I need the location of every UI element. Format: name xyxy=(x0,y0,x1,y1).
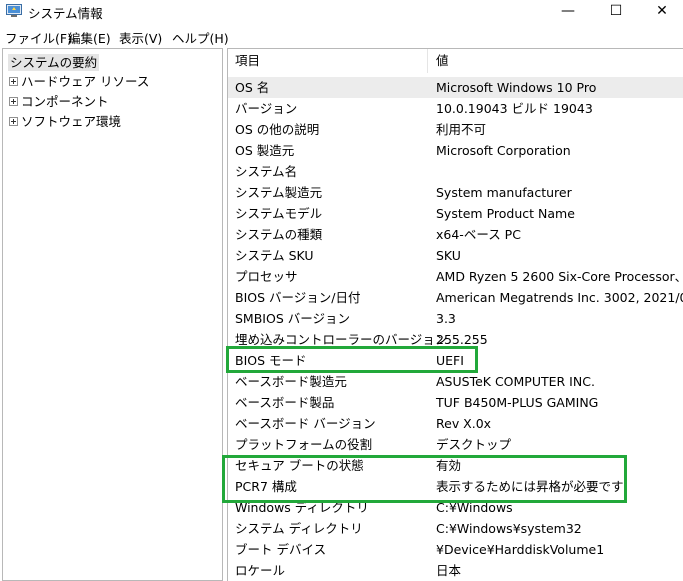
row-item-label: ブート デバイス xyxy=(235,542,327,557)
table-row[interactable]: システム SKU SKU xyxy=(228,245,683,266)
table-row[interactable]: システム名 xyxy=(228,161,683,182)
table-row[interactable]: Windows ディレクトリ C:¥Windows xyxy=(228,497,683,518)
tree-item-software-environment[interactable]: ソフトウェア環境 xyxy=(9,113,121,131)
row-value: 表示するためには昇格が必要です xyxy=(436,479,624,494)
row-value: SKU xyxy=(436,248,461,263)
table-row[interactable]: プロセッサ AMD Ryzen 5 2600 Six-Core Processor… xyxy=(228,266,683,287)
row-item-label: ベースボード製品 xyxy=(235,395,335,410)
row-value: デスクトップ xyxy=(436,437,512,452)
table-row[interactable]: ベースボード バージョン Rev X.0x xyxy=(228,413,683,434)
row-item-label: ベースボード バージョン xyxy=(235,416,376,431)
tree-item-system-summary[interactable]: システムの要約 xyxy=(8,54,100,71)
row-item-label: システム SKU xyxy=(235,248,314,263)
expand-icon[interactable] xyxy=(9,117,18,126)
expand-icon[interactable] xyxy=(9,77,18,86)
row-item-label: システム製造元 xyxy=(235,185,323,200)
row-item-label: 埋め込みコントローラーのバージョン xyxy=(235,332,448,347)
table-row[interactable]: システム製造元 System manufacturer xyxy=(228,182,683,203)
row-item-label: BIOS モード xyxy=(235,353,307,368)
row-value: C:¥Windows xyxy=(436,500,513,515)
row-value: 利用不可 xyxy=(436,122,487,137)
row-value: TUF B450M-PLUS GAMING xyxy=(436,395,599,410)
system-info-icon xyxy=(6,4,22,17)
row-value: American Megatrends Inc. 3002, 2021/03/ xyxy=(436,290,683,305)
row-item-label: Windows ディレクトリ xyxy=(235,500,369,515)
row-value: Microsoft Windows 10 Pro xyxy=(436,80,597,95)
row-value: System manufacturer xyxy=(436,185,572,200)
menu-bar: ファイル(F) 編集(E) 表示(V) ヘルプ(H) xyxy=(0,24,683,46)
row-item-label: BIOS バージョン/日付 xyxy=(235,290,361,305)
row-value: Microsoft Corporation xyxy=(436,143,571,158)
expand-icon[interactable] xyxy=(9,97,18,106)
row-value: 255.255 xyxy=(436,332,488,347)
table-row[interactable]: ブート デバイス ¥Device¥HarddiskVolume1 xyxy=(228,539,683,560)
details-list: 項目 値 OS 名 Microsoft Windows 10 Pro バージョン 10… xyxy=(227,48,683,581)
table-row[interactable]: セキュア ブートの状態 有効 xyxy=(228,455,683,476)
table-row[interactable]: 埋め込みコントローラーのバージョン 255.255 xyxy=(228,329,683,350)
menu-edit[interactable]: 編集(E) xyxy=(68,28,111,47)
window-title: システム情報 xyxy=(28,6,103,21)
table-row[interactable]: システムモデル System Product Name xyxy=(228,203,683,224)
tree-item-label: ハードウェア リソース xyxy=(21,74,150,89)
row-value: System Product Name xyxy=(436,206,575,221)
menu-file[interactable]: ファイル(F) xyxy=(5,28,72,47)
row-item-label: プロセッサ xyxy=(235,269,298,284)
row-item-label: システムモデル xyxy=(235,206,323,221)
minimize-button[interactable]: — xyxy=(545,0,591,24)
row-item-label: バージョン xyxy=(235,101,298,116)
maximize-button[interactable]: ☐ xyxy=(593,0,639,24)
row-item-label: プラットフォームの役割 xyxy=(235,437,373,452)
table-row[interactable]: BIOS バージョン/日付 American Megatrends Inc. 30… xyxy=(228,287,683,308)
table-row[interactable]: バージョン 10.0.19043 ビルド 19043 xyxy=(228,98,683,119)
row-item-label: システム名 xyxy=(235,164,298,179)
column-header-value[interactable]: 値 xyxy=(429,49,683,73)
row-item-label: セキュア ブートの状態 xyxy=(235,458,364,473)
row-value: C:¥Windows¥system32 xyxy=(436,521,582,536)
row-value: Rev X.0x xyxy=(436,416,492,431)
table-row[interactable]: PCR7 構成 表示するためには昇格が必要です xyxy=(228,476,683,497)
row-item-label: PCR7 構成 xyxy=(235,479,297,494)
column-header-item[interactable]: 項目 xyxy=(228,49,428,73)
row-value: AMD Ryzen 5 2600 Six-Core Processor、34 xyxy=(436,269,683,284)
tree-item-label: ソフトウェア環境 xyxy=(21,114,122,129)
row-item-label: OS 製造元 xyxy=(235,143,295,158)
menu-view[interactable]: 表示(V) xyxy=(119,28,162,47)
tree-item-components[interactable]: コンポーネント xyxy=(9,93,109,111)
row-value: ASUSTeK COMPUTER INC. xyxy=(436,374,595,389)
table-row[interactable]: OS の他の説明 利用不可 xyxy=(228,119,683,140)
row-item-label: ロケール xyxy=(235,563,286,578)
row-item-label: OS の他の説明 xyxy=(235,122,320,137)
table-row[interactable]: ロケール 日本 xyxy=(228,560,683,581)
table-row[interactable]: OS 名 Microsoft Windows 10 Pro xyxy=(228,77,683,98)
menu-help[interactable]: ヘルプ(H) xyxy=(172,28,229,47)
row-item-label: システムの種類 xyxy=(235,227,323,242)
table-row[interactable]: ベースボード製造元 ASUSTeK COMPUTER INC. xyxy=(228,371,683,392)
row-item-label: システム ディレクトリ xyxy=(235,521,363,536)
close-button[interactable]: ✕ xyxy=(639,0,683,24)
row-item-label: OS 名 xyxy=(235,80,270,95)
row-item-label: ベースボード製造元 xyxy=(235,374,347,389)
row-value: 有効 xyxy=(436,458,462,473)
table-row[interactable]: OS 製造元 Microsoft Corporation xyxy=(228,140,683,161)
table-row[interactable]: BIOS モード UEFI xyxy=(228,350,683,371)
row-value: ¥Device¥HarddiskVolume1 xyxy=(436,542,605,557)
category-tree: システムの要約 ハードウェア リソース コンポーネント ソフトウェア環境 xyxy=(2,48,223,581)
row-value: 日本 xyxy=(436,563,462,578)
table-row[interactable]: SMBIOS バージョン 3.3 xyxy=(228,308,683,329)
table-row[interactable]: プラットフォームの役割 デスクトップ xyxy=(228,434,683,455)
row-value: 10.0.19043 ビルド 19043 xyxy=(436,101,593,116)
table-row[interactable]: ベースボード製品 TUF B450M-PLUS GAMING xyxy=(228,392,683,413)
tree-item-label: コンポーネント xyxy=(21,94,109,109)
row-value: x64-ベース PC xyxy=(436,227,521,242)
table-row[interactable]: システム ディレクトリ C:¥Windows¥system32 xyxy=(228,518,683,539)
table-row[interactable]: システムの種類 x64-ベース PC xyxy=(228,224,683,245)
row-value: UEFI xyxy=(436,353,464,368)
row-value: 3.3 xyxy=(436,311,456,326)
tree-item-hardware-resources[interactable]: ハードウェア リソース xyxy=(9,73,149,91)
row-item-label: SMBIOS バージョン xyxy=(235,311,350,326)
title-bar: システム情報 — ☐ ✕ xyxy=(0,0,683,24)
